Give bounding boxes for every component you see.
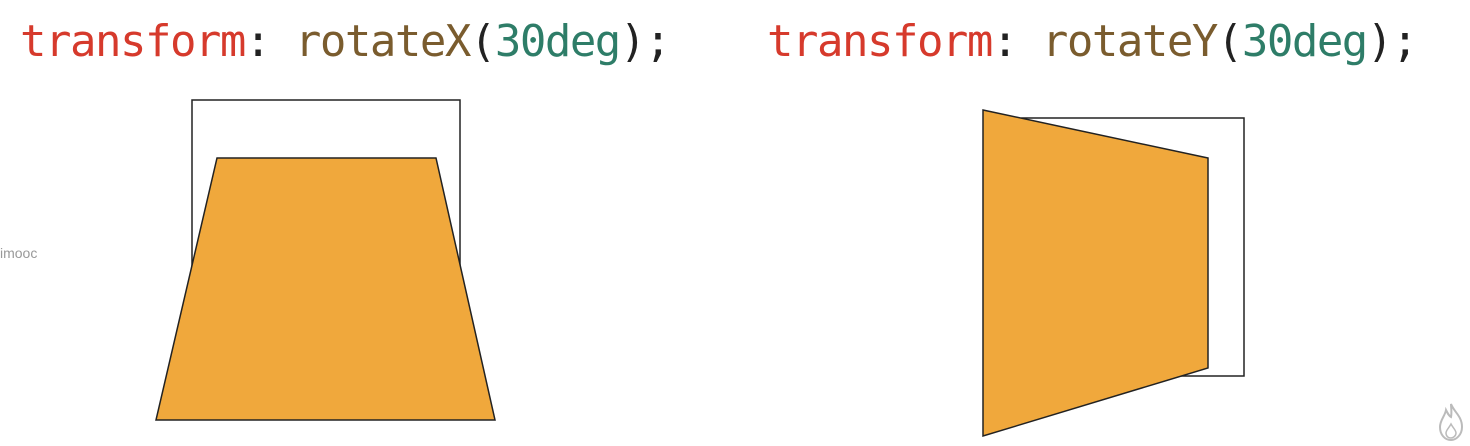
rotatey-rotated-shape	[982, 109, 1209, 438]
rotation-diagram	[155, 99, 1245, 438]
rotatex-rotated-shape	[155, 157, 496, 421]
flame-icon	[1438, 403, 1464, 442]
